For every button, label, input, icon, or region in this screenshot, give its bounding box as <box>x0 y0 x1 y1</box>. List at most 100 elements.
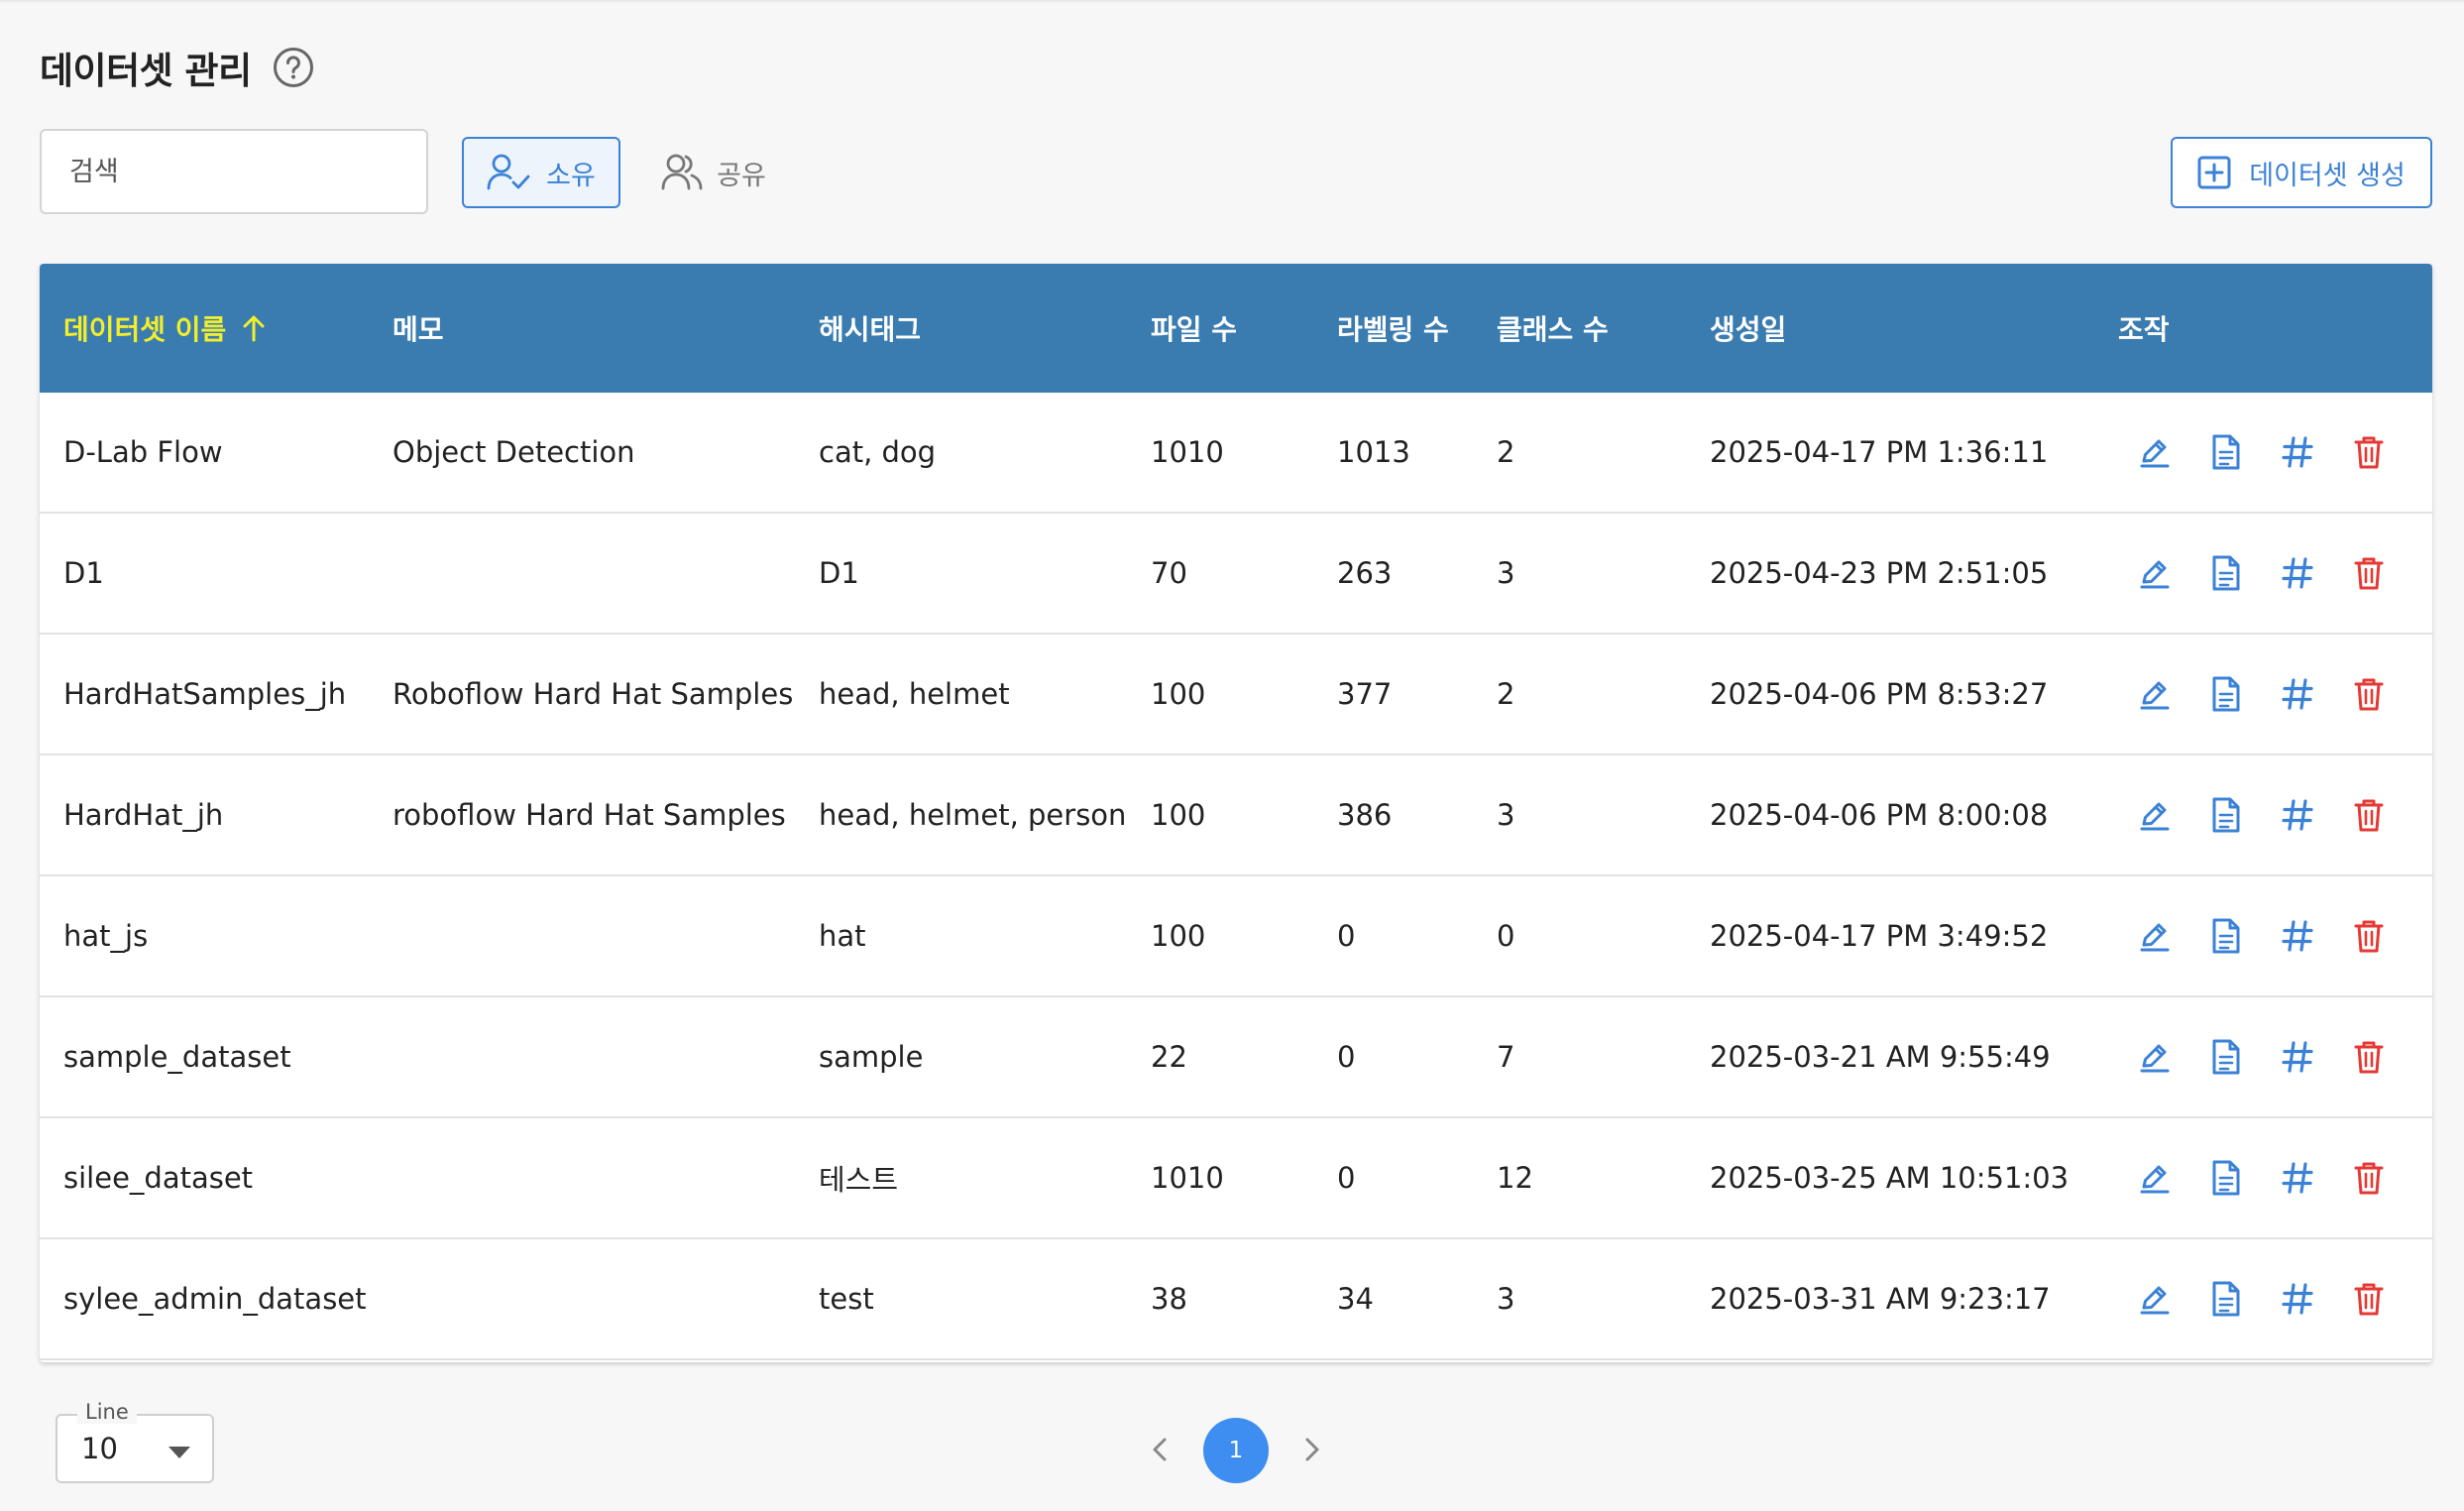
cell-files: 100 <box>1151 919 1206 953</box>
delete-button[interactable] <box>2347 1035 2391 1079</box>
cell-memo: roboflow Hard Hat Samples <box>392 798 786 832</box>
hashtag-button[interactable] <box>2276 551 2319 595</box>
edit-button[interactable] <box>2133 1035 2177 1079</box>
cell-name: D1 <box>63 556 104 590</box>
cell-created: 2025-04-23 PM 2:51:05 <box>1710 556 2049 590</box>
document-icon <box>2210 1159 2242 1197</box>
cell-hashtag: test <box>819 1282 874 1316</box>
hashtag-icon <box>2281 1282 2314 1316</box>
filter-own-button[interactable]: 소유 <box>462 137 620 208</box>
users-icon <box>661 153 703 192</box>
edit-button[interactable] <box>2133 914 2177 958</box>
edit-button[interactable] <box>2133 430 2177 474</box>
details-button[interactable] <box>2204 551 2248 595</box>
delete-button[interactable] <box>2347 914 2391 958</box>
table-row[interactable]: HardHatSamples_jh Roboflow Hard Hat Sampl… <box>40 635 2432 756</box>
details-button[interactable] <box>2204 914 2248 958</box>
hashtag-button[interactable] <box>2276 793 2319 837</box>
create-dataset-label: 데이터셋 생성 <box>2249 160 2406 191</box>
pagination-prev-button[interactable] <box>1142 1432 1177 1467</box>
arrow-up-icon <box>240 313 268 343</box>
filter-own-label: 소유 <box>546 160 596 191</box>
top-shadow <box>0 0 2464 4</box>
document-icon <box>2210 796 2242 834</box>
hashtag-button[interactable] <box>2276 1156 2319 1200</box>
cell-labels: 386 <box>1337 798 1393 832</box>
filter-shared-label: 공유 <box>717 160 766 191</box>
rows-per-page-select[interactable]: Line 10 <box>56 1400 214 1483</box>
question-circle-icon[interactable] <box>272 46 315 89</box>
header-created[interactable]: 생성일 <box>1710 264 1786 393</box>
edit-button[interactable] <box>2133 672 2177 716</box>
document-icon <box>2210 554 2242 592</box>
document-icon <box>2210 917 2242 955</box>
search-field[interactable] <box>40 129 428 214</box>
header-name-label: 데이터셋 이름 <box>63 313 227 346</box>
cell-memo: Object Detection <box>392 435 635 469</box>
caret-down-icon <box>168 1444 190 1462</box>
table-row[interactable]: D-Lab Flow Object Detection cat, dog 1010 10… <box>40 393 2432 514</box>
delete-button[interactable] <box>2347 551 2391 595</box>
header-files[interactable]: 파일 수 <box>1151 264 1237 393</box>
delete-button[interactable] <box>2347 672 2391 716</box>
delete-button[interactable] <box>2347 1277 2391 1321</box>
header-hashtag[interactable]: 해시태그 <box>819 264 921 393</box>
hashtag-button[interactable] <box>2276 672 2319 716</box>
cell-created: 2025-04-17 PM 3:49:52 <box>1710 919 2049 953</box>
hashtag-button[interactable] <box>2276 1277 2319 1321</box>
cell-name: sample_dataset <box>63 1040 291 1074</box>
hashtag-button[interactable] <box>2276 914 2319 958</box>
delete-button[interactable] <box>2347 793 2391 837</box>
create-dataset-button[interactable]: 데이터셋 생성 <box>2171 137 2432 208</box>
cell-hashtag: 테스트 <box>819 1163 899 1197</box>
rows-per-page-label: Line <box>77 1400 137 1424</box>
trash-icon <box>2353 1281 2385 1317</box>
title-row: 데이터셋 관리 <box>40 40 315 95</box>
document-icon <box>2210 675 2242 713</box>
details-button[interactable] <box>2204 1277 2248 1321</box>
hashtag-button[interactable] <box>2276 1035 2319 1079</box>
header-memo[interactable]: 메모 <box>392 264 444 393</box>
header-classes-label: 클래스 수 <box>1497 313 1609 346</box>
details-button[interactable] <box>2204 672 2248 716</box>
cell-files: 100 <box>1151 677 1206 711</box>
filter-shared-button[interactable]: 공유 <box>654 137 773 208</box>
cell-name: HardHatSamples_jh <box>63 677 347 711</box>
cell-hashtag: head, helmet, person <box>819 798 1127 832</box>
edit-icon <box>2137 676 2173 712</box>
cell-files: 22 <box>1151 1040 1187 1074</box>
table-row[interactable]: sylee_admin_dataset test 38 34 3 2025-03-31 A… <box>40 1239 2432 1360</box>
details-button[interactable] <box>2204 430 2248 474</box>
delete-button[interactable] <box>2347 430 2391 474</box>
edit-button[interactable] <box>2133 551 2177 595</box>
header-name[interactable]: 데이터셋 이름 <box>63 264 268 393</box>
details-button[interactable] <box>2204 1156 2248 1200</box>
edit-button[interactable] <box>2133 793 2177 837</box>
table-row[interactable]: D1 D1 70 263 3 2025-04-23 PM 2:51:05 <box>40 514 2432 635</box>
details-button[interactable] <box>2204 1035 2248 1079</box>
header-classes[interactable]: 클래스 수 <box>1497 264 1609 393</box>
hashtag-button[interactable] <box>2276 430 2319 474</box>
chevron-left-icon <box>1152 1437 1168 1462</box>
edit-button[interactable] <box>2133 1277 2177 1321</box>
search-input[interactable] <box>67 155 426 188</box>
table-row[interactable]: sample_dataset sample 22 0 7 2025-03-21 AM 9:… <box>40 997 2432 1118</box>
delete-button[interactable] <box>2347 1156 2391 1200</box>
edit-icon <box>2137 797 2173 833</box>
cell-files: 38 <box>1151 1282 1187 1316</box>
cell-hashtag: cat, dog <box>819 435 937 469</box>
table-row[interactable]: hat_js hat 100 0 0 2025-04-17 PM 3:49:52 <box>40 876 2432 997</box>
user-check-icon <box>487 153 532 192</box>
cell-classes: 7 <box>1497 1040 1515 1074</box>
table-row[interactable]: HardHat_jh roboflow Hard Hat Samples head,… <box>40 756 2432 876</box>
table-row[interactable]: silee_dataset 테스트 1010 0 12 2025-03-25 AM 10:… <box>40 1118 2432 1239</box>
pagination-page-1[interactable]: 1 <box>1203 1418 1269 1483</box>
trash-icon <box>2353 676 2385 712</box>
header-actions-label: 조작 <box>2118 313 2170 346</box>
edit-button[interactable] <box>2133 1156 2177 1200</box>
cell-classes: 0 <box>1497 919 1515 953</box>
pagination-next-button[interactable] <box>1294 1432 1330 1467</box>
edit-icon <box>2137 1039 2173 1075</box>
header-labels[interactable]: 라벨링 수 <box>1337 264 1449 393</box>
details-button[interactable] <box>2204 793 2248 837</box>
